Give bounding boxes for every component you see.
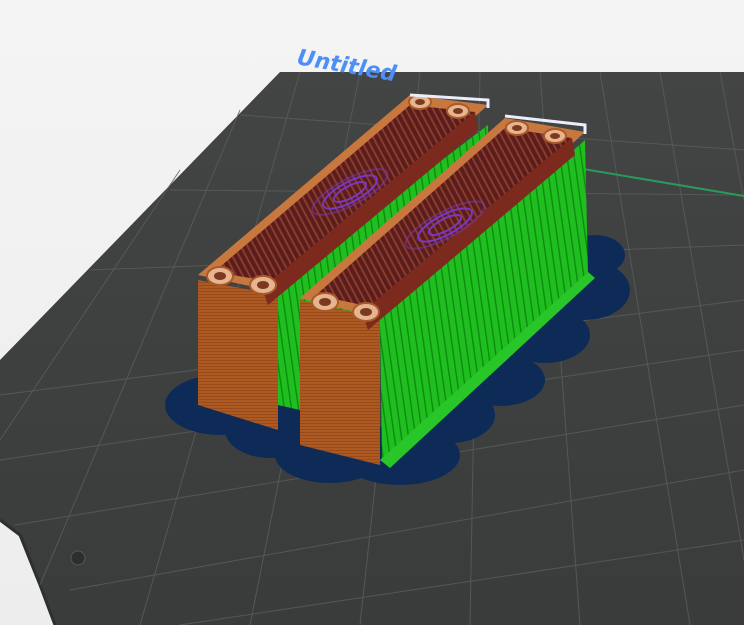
3d-viewport[interactable]: Untitled — [0, 0, 744, 625]
part-left-front-wall — [198, 280, 278, 430]
slicer-scene[interactable]: Untitled — [0, 0, 744, 625]
plate-mount-hole — [70, 550, 86, 566]
